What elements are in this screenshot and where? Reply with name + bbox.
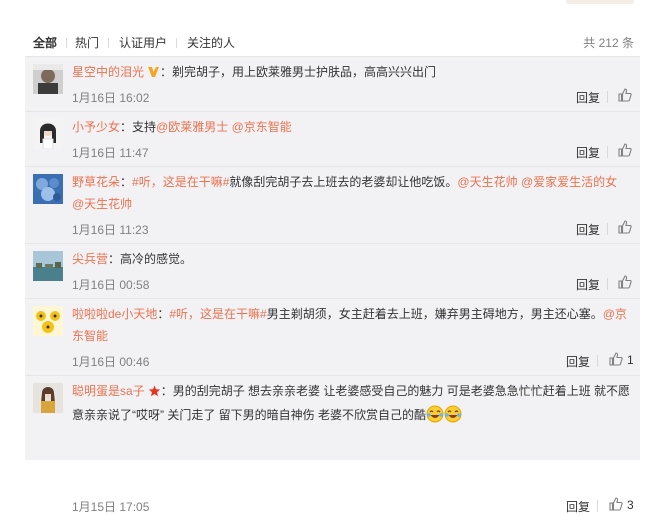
tab-hot[interactable]: 热门 (75, 32, 99, 54)
reply-button[interactable]: 回复 (576, 221, 600, 238)
action-divider (607, 223, 608, 235)
username-link[interactable]: 野草花朵 (72, 175, 120, 189)
thumbs-up-icon[interactable] (618, 88, 632, 105)
reply-button[interactable]: 回复 (576, 276, 600, 293)
comment-time: 1月16日 00:58 (72, 278, 150, 292)
avatar[interactable] (33, 251, 63, 281)
username-link[interactable]: 啦啦啦de小天地 (72, 307, 157, 321)
avatar[interactable] (33, 119, 63, 149)
comment-time: 1月15日 17:05 (72, 500, 150, 514)
avatar[interactable] (33, 383, 63, 413)
comment-text: 尖兵营：高冷的感觉。 (72, 252, 193, 266)
divider (25, 166, 640, 167)
action-divider (607, 91, 608, 103)
tab-all[interactable]: 全部 (33, 32, 57, 54)
username-link[interactable]: 尖兵营 (72, 252, 108, 266)
mention-link[interactable]: @爱家爱生活的女 (521, 175, 617, 189)
action-divider (597, 500, 598, 512)
reply-button[interactable]: 回复 (566, 498, 590, 515)
action-divider (607, 278, 608, 290)
like-count: 3 (627, 498, 634, 512)
comment-text: 小予少女：支持@欧莱雅男士 @京东智能 (72, 120, 292, 134)
reply-button[interactable]: 回复 (576, 144, 600, 161)
action-divider (607, 146, 608, 158)
laughing-crying-emoji (426, 405, 444, 423)
red-star-icon (148, 382, 161, 404)
username-link[interactable]: 聪明蛋是sa子 (72, 384, 145, 398)
action-divider (597, 355, 598, 367)
orange-v-icon (147, 63, 160, 85)
thumbs-up-icon[interactable] (618, 143, 632, 160)
comment-time: 1月16日 11:47 (72, 146, 149, 160)
tab-divider (108, 38, 109, 48)
avatar[interactable] (33, 306, 63, 336)
tab-divider (66, 38, 67, 48)
reply-button[interactable]: 回复 (576, 89, 600, 106)
username-link[interactable]: 星空中的泪光 (72, 65, 144, 79)
filter-tabs: 全部 热门 认证用户 关注的人 共 212 条 (33, 32, 634, 54)
top-action-button[interactable] (566, 0, 634, 4)
comment-item: 啦啦啦de小天地：#听，这是在干嘛#男主剃胡须，女主赶着去上班，嫌弃男主碍地方，… (25, 298, 640, 375)
top-bar (0, 0, 654, 28)
laughing-crying-emoji (444, 405, 462, 423)
mention-link[interactable]: @天生花帅 (72, 197, 132, 211)
comment-total-count: 共 212 条 (583, 36, 634, 50)
comment-text: 啦啦啦de小天地：#听，这是在干嘛#男主剃胡须，女主赶着去上班，嫌弃男主碍地方，… (72, 307, 627, 343)
reply-button[interactable]: 回复 (566, 353, 590, 370)
comment-text: 星空中的泪光 ：剃完胡子，用上欧莱雅男士护肤品，高高兴兴出门 (72, 61, 632, 85)
comment-item: 小予少女：支持@欧莱雅男士 @京东智能 1月16日 11:47 回复 (25, 111, 640, 166)
divider (25, 298, 640, 299)
topic-link[interactable]: #听，这是在干嘛# (132, 175, 229, 189)
thumbs-up-icon[interactable] (609, 352, 623, 369)
thumbs-up-icon[interactable] (618, 275, 632, 292)
mention-link[interactable]: @京东智能 (232, 120, 292, 134)
thumbs-up-icon[interactable] (609, 497, 623, 514)
mention-link[interactable]: @天生花帅 (457, 175, 517, 189)
like-count: 1 (627, 353, 634, 367)
comment-time: 1月16日 00:46 (72, 355, 150, 369)
comment-item: 尖兵营：高冷的感觉。 1月16日 00:58 回复 (25, 243, 640, 298)
comment-item: 野草花朵：#听，这是在干嘛#就像刮完胡子去上班去的老婆却让他吃饭。@天生花帅 @… (25, 166, 640, 243)
avatar[interactable] (33, 64, 63, 94)
topic-link[interactable]: #听，这是在干嘛# (169, 307, 266, 321)
comment-text: 野草花朵：#听，这是在干嘛#就像刮完胡子去上班去的老婆却让他吃饭。@天生花帅 @… (72, 175, 618, 211)
comment-time: 1月16日 16:02 (72, 91, 150, 105)
comment-text: 聪明蛋是sa子 ：男的刮完胡子 想去亲亲老婆 让老婆感受自己的魅力 可是老婆急急忙… (72, 382, 631, 423)
divider (25, 375, 640, 376)
comment-time: 1月16日 11:23 (72, 223, 149, 237)
tab-verified-users[interactable]: 认证用户 (119, 32, 167, 54)
mention-link[interactable]: @欧莱雅男士 (156, 120, 228, 134)
comment-item: 聪明蛋是sa子 ：男的刮完胡子 想去亲亲老婆 让老婆感受自己的魅力 可是老婆急急忙… (25, 375, 640, 514)
thumbs-up-icon[interactable] (618, 220, 632, 237)
comment-item: 星空中的泪光 ：剃完胡子，用上欧莱雅男士护肤品，高高兴兴出门 1月16日 16:0… (25, 56, 640, 111)
divider (25, 111, 640, 112)
username-link[interactable]: 小予少女 (72, 120, 120, 134)
tab-following[interactable]: 关注的人 (187, 32, 235, 54)
avatar[interactable] (33, 174, 63, 204)
tab-divider (176, 38, 177, 48)
divider (25, 56, 640, 57)
divider (25, 243, 640, 244)
comment-body: 剃完胡子，用上欧莱雅男士护肤品，高高兴兴出门 (172, 65, 437, 79)
